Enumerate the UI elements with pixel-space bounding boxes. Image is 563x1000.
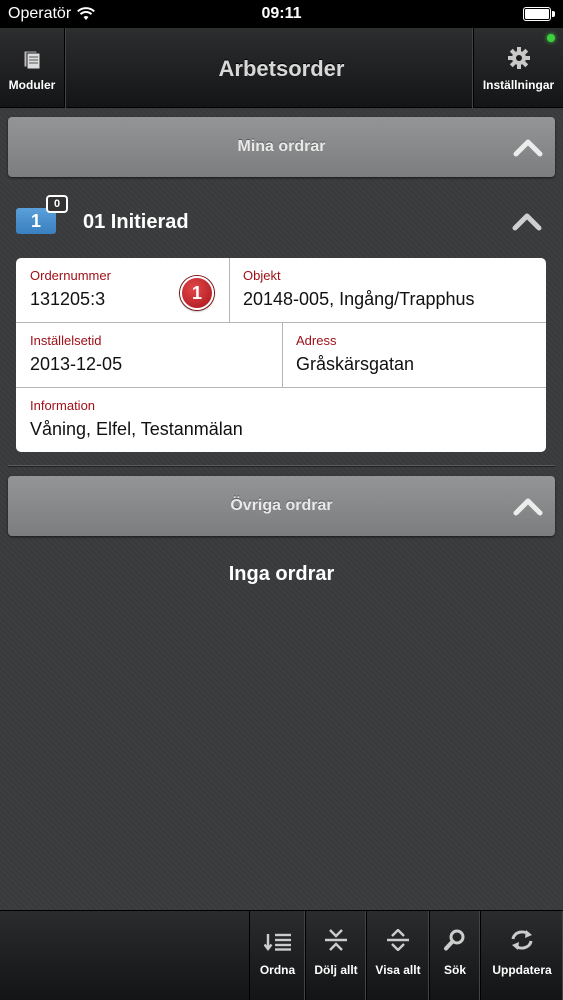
chevron-up-icon xyxy=(513,139,543,157)
refresh-icon xyxy=(511,930,533,950)
battery-icon xyxy=(523,7,555,21)
expand-icon xyxy=(387,929,409,951)
information-value: Våning, Elfel, Testanmälan xyxy=(30,419,243,439)
order-card[interactable]: Ordernummer 131205:3 1 Objekt 20148-005,… xyxy=(16,258,546,452)
collapse-icon xyxy=(325,929,347,951)
section-header-other[interactable]: Övriga ordrar xyxy=(8,476,555,536)
clock: 09:11 xyxy=(261,5,302,22)
status-bar: Operatör 09:11 xyxy=(0,0,563,28)
collapse-all-button[interactable]: Dölj allt xyxy=(305,911,366,1000)
chevron-up-icon xyxy=(512,213,542,231)
search-icon xyxy=(444,929,465,951)
online-indicator xyxy=(547,34,555,42)
alert-badge: 1 xyxy=(180,276,214,310)
chevron-up-icon xyxy=(513,498,543,516)
settings-button[interactable]: Inställningar xyxy=(473,28,563,108)
divider xyxy=(8,465,555,467)
refresh-button[interactable]: Uppdatera xyxy=(480,911,563,1000)
group-title: 01 Initierad xyxy=(83,211,189,233)
installelsetid-value: 2013-12-05 xyxy=(30,354,123,374)
sort-icon xyxy=(263,933,291,951)
gear-icon xyxy=(507,47,530,69)
objekt-value: 20148-005, Ingång/Trapphus xyxy=(243,289,475,309)
settings-label: Inställningar xyxy=(482,78,555,92)
nav-bar: Moduler Arbetsorder Inställningar xyxy=(0,28,563,108)
expand-all-label: Visa allt xyxy=(375,963,421,977)
collapse-all-label: Dölj allt xyxy=(314,963,358,977)
bottom-toolbar: Ordna Dölj allt Visa allt Sök Uppdatera xyxy=(0,910,563,1000)
search-button[interactable]: Sök xyxy=(429,911,480,1000)
objekt-label: Objekt xyxy=(243,268,281,283)
section-header-mine[interactable]: Mina ordrar xyxy=(8,117,555,177)
unread-badge: 0 xyxy=(46,195,68,213)
installelsetid-label: Inställelsetid xyxy=(30,333,102,348)
objekt-cell: Objekt 20148-005, Ingång/Trapphus xyxy=(229,258,546,322)
sort-label: Ordna xyxy=(259,963,296,977)
section-title-other: Övriga ordrar xyxy=(230,497,333,514)
section-title-mine: Mina ordrar xyxy=(237,138,326,155)
information-label: Information xyxy=(30,398,96,413)
empty-state-text: Inga ordrar xyxy=(228,563,335,585)
adress-value: Gråskärsgatan xyxy=(296,354,415,374)
adress-cell: Adress Gråskärsgatan xyxy=(282,323,546,387)
group-header-initierad[interactable]: 1 0 01 Initierad xyxy=(16,195,546,245)
installelsetid-cell: Inställelsetid 2013-12-05 xyxy=(16,323,282,387)
refresh-label: Uppdatera xyxy=(492,963,552,977)
information-cell: Information Våning, Elfel, Testanmälan xyxy=(16,388,546,452)
expand-all-button[interactable]: Visa allt xyxy=(366,911,429,1000)
adress-label: Adress xyxy=(296,333,337,348)
sort-button[interactable]: Ordna xyxy=(249,911,305,1000)
search-label: Sök xyxy=(443,963,466,977)
